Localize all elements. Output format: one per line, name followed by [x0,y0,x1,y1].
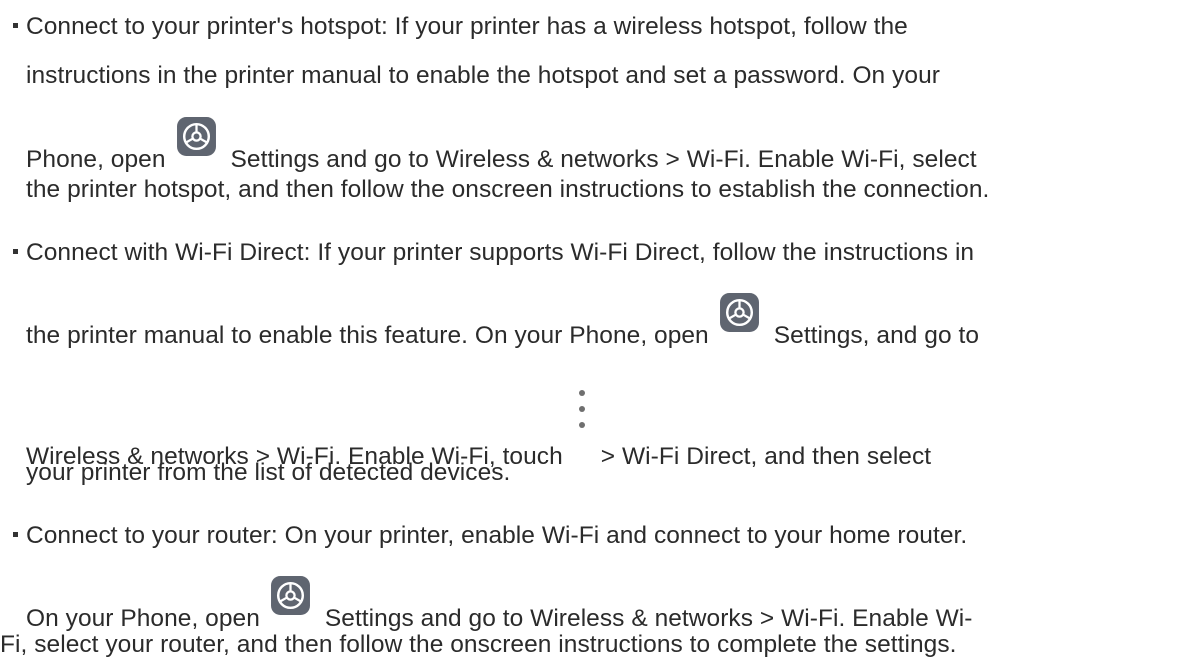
list-item-1-line-1: Connect to your printer's hotspot: If yo… [0,12,908,42]
item-2-text-1: Connect with Wi-Fi Direct: If your print… [26,239,975,266]
item-2-text-4: your printer from the list of detected d… [26,459,511,486]
list-item-1-line-2: instructions in the printer manual to en… [26,61,940,91]
list-item-3-line-3: Fi, select your router, and then follow … [0,630,956,660]
item-1-text-3a: Phone, open [26,146,166,173]
more-vertical-icon [575,386,589,442]
document-page: Connect to your printer's hotspot: If yo… [0,0,1187,660]
list-item-1-line-3: Phone, open Settings and go to Wireless … [26,117,977,175]
item-1-text-3b: Settings and go to Wireless & networks >… [230,146,977,173]
item-3-text-3: Fi, select your router, and then follow … [0,631,957,658]
settings-gear-icon [176,116,217,157]
settings-gear-icon [719,292,760,333]
item-3-text-2b: Settings and go to Wireless & networks >… [324,605,973,632]
item-1-text-4: the printer hotspot, and then follow the… [26,176,990,203]
list-item-2-line-2: the printer manual to enable this featur… [26,293,980,351]
item-2-text-2a: the printer manual to enable this featur… [26,322,709,349]
settings-gear-icon [270,575,311,616]
bullet-icon [13,532,18,538]
item-3-text-1: Connect to your router: On your printer,… [26,522,968,549]
list-item-1-line-4: the printer hotspot, and then follow the… [26,175,989,205]
bullet-icon [13,23,18,29]
list-item-2-line-4: your printer from the list of detected d… [26,458,510,488]
item-3-text-2a: On your Phone, open [26,605,260,632]
list-item-3-line-1: Connect to your router: On your printer,… [0,521,967,551]
item-2-text-2b: Settings, and go to [773,322,980,349]
bullet-icon [13,249,18,255]
item-1-text-2: instructions in the printer manual to en… [26,62,940,89]
item-1-text-1: Connect to your printer's hotspot: If yo… [26,13,908,40]
list-item-2-line-1: Connect with Wi-Fi Direct: If your print… [0,238,974,268]
item-2-text-3b: > Wi-Fi Direct, and then select [600,443,932,470]
list-item-3-line-2: On your Phone, open Settings and go to W… [26,576,973,634]
